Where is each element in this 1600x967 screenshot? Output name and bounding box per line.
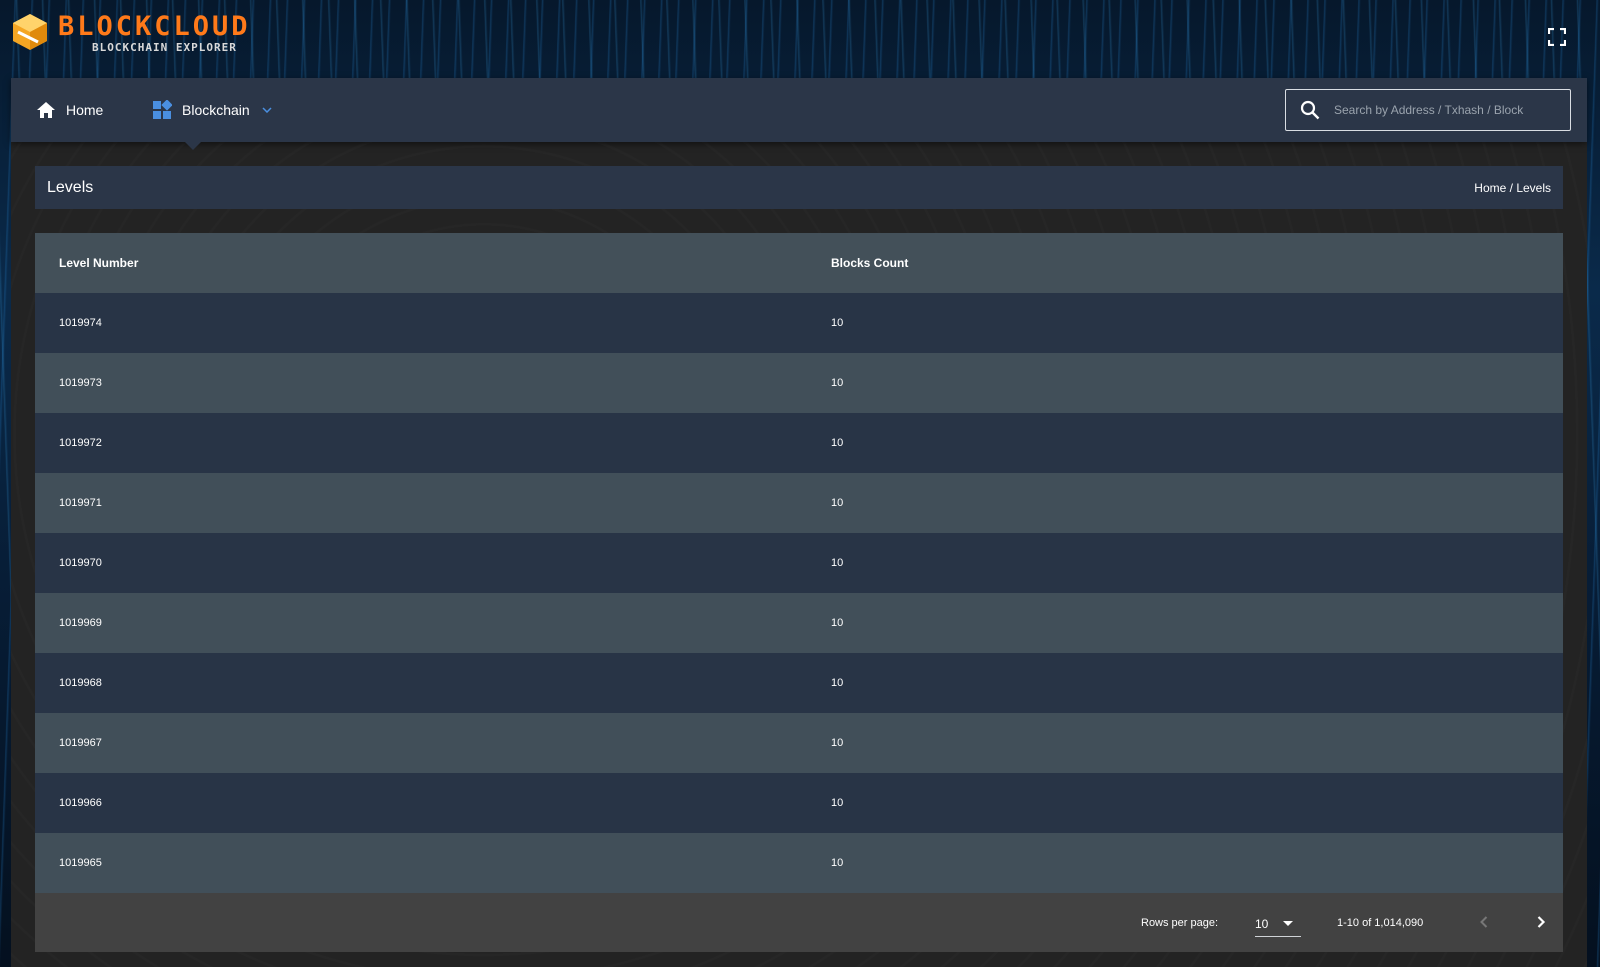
rows-per-page-value: 10 [1255, 917, 1269, 931]
search-input[interactable] [1334, 103, 1554, 117]
table-row[interactable]: 1019972 10 [35, 413, 1563, 473]
dropdown-arrow-icon [1283, 921, 1293, 926]
level-number-cell[interactable]: 1019970 [35, 533, 807, 593]
blocks-count-cell: 10 [831, 857, 844, 869]
breadcrumb-separator: / [1506, 180, 1517, 195]
nav-bar: Home Blockchain [11, 78, 1587, 150]
search-icon[interactable] [1300, 100, 1320, 120]
table-row[interactable]: 1019967 10 [35, 713, 1563, 773]
page-title: Levels [47, 178, 94, 196]
logo-cube-icon [13, 14, 47, 50]
level-number-cell[interactable]: 1019972 [35, 413, 807, 473]
rows-per-page-select[interactable]: 10 [1255, 907, 1301, 937]
table-row[interactable]: 1019971 10 [35, 473, 1563, 533]
nav-blockchain-label: Blockchain [182, 102, 250, 118]
column-header-blocks-count[interactable]: Blocks Count [807, 233, 1563, 293]
level-number-cell[interactable]: 1019965 [35, 833, 807, 893]
rows-per-page-label: Rows per page: [1141, 917, 1219, 929]
blocks-count-cell: 10 [831, 377, 844, 389]
level-number-cell[interactable]: 1019966 [35, 773, 807, 833]
table-row[interactable]: 1019970 10 [35, 533, 1563, 593]
blocks-count-cell: 10 [831, 497, 844, 509]
breadcrumb: Home / Levels [1474, 181, 1551, 195]
blocks-count-cell: 10 [831, 317, 844, 329]
main-panel: Home Blockchain Levels Home / [11, 78, 1587, 967]
table-row[interactable]: 1019969 10 [35, 593, 1563, 653]
search-box[interactable] [1285, 89, 1571, 131]
breadcrumb-home[interactable]: Home [1474, 181, 1506, 195]
nav-blockchain[interactable]: Blockchain [152, 78, 282, 142]
blocks-count-cell: 10 [831, 437, 844, 449]
level-number-cell[interactable]: 1019969 [35, 593, 807, 653]
level-number-cell[interactable]: 1019968 [35, 653, 807, 713]
level-number-cell[interactable]: 1019971 [35, 473, 807, 533]
chevron-right-icon[interactable] [1529, 910, 1553, 934]
table-row[interactable]: 1019968 10 [35, 653, 1563, 713]
brand-subtitle: BLOCKCHAIN EXPLORER [92, 41, 237, 54]
level-number-cell[interactable]: 1019967 [35, 713, 807, 773]
table-pagination: Rows per page: 10 1-10 of 1,014,090 [35, 893, 1563, 952]
blocks-count-cell: 10 [831, 677, 844, 689]
nav-home-label: Home [66, 102, 104, 118]
blocks-count-cell: 10 [831, 557, 844, 569]
home-icon [37, 102, 55, 118]
blocks-count-cell: 10 [831, 617, 844, 629]
levels-table: Level Number Blocks Count 1019974 10 1019… [35, 233, 1563, 893]
chevron-left-icon[interactable] [1472, 910, 1496, 934]
table-row[interactable]: 1019966 10 [35, 773, 1563, 833]
nav-home[interactable]: Home [36, 78, 103, 142]
blocks-count-cell: 10 [831, 797, 844, 809]
table-row[interactable]: 1019973 10 [35, 353, 1563, 413]
page-header: Levels Home / Levels [35, 166, 1563, 209]
breadcrumb-current: Levels [1516, 180, 1551, 195]
chevron-down-icon [262, 107, 272, 113]
top-header: BLOCKCLOUD BLOCKCHAIN EXPLORER [0, 0, 1600, 78]
blocks-count-cell: 10 [831, 737, 844, 749]
level-number-cell[interactable]: 1019974 [35, 293, 807, 353]
table-row[interactable]: 1019965 10 [35, 833, 1563, 893]
dashboard-icon [153, 100, 172, 119]
pagination-range: 1-10 of 1,014,090 [1337, 917, 1424, 929]
level-number-cell[interactable]: 1019973 [35, 353, 807, 413]
brand-title: BLOCKCLOUD [58, 11, 251, 42]
table-header-row: Level Number Blocks Count [35, 233, 1563, 293]
column-header-level-number[interactable]: Level Number [35, 233, 807, 293]
fullscreen-icon[interactable] [1548, 28, 1566, 46]
table-row[interactable]: 1019974 10 [35, 293, 1563, 353]
brand-logo[interactable]: BLOCKCLOUD BLOCKCHAIN EXPLORER [10, 12, 251, 54]
active-nav-indicator [185, 142, 201, 150]
